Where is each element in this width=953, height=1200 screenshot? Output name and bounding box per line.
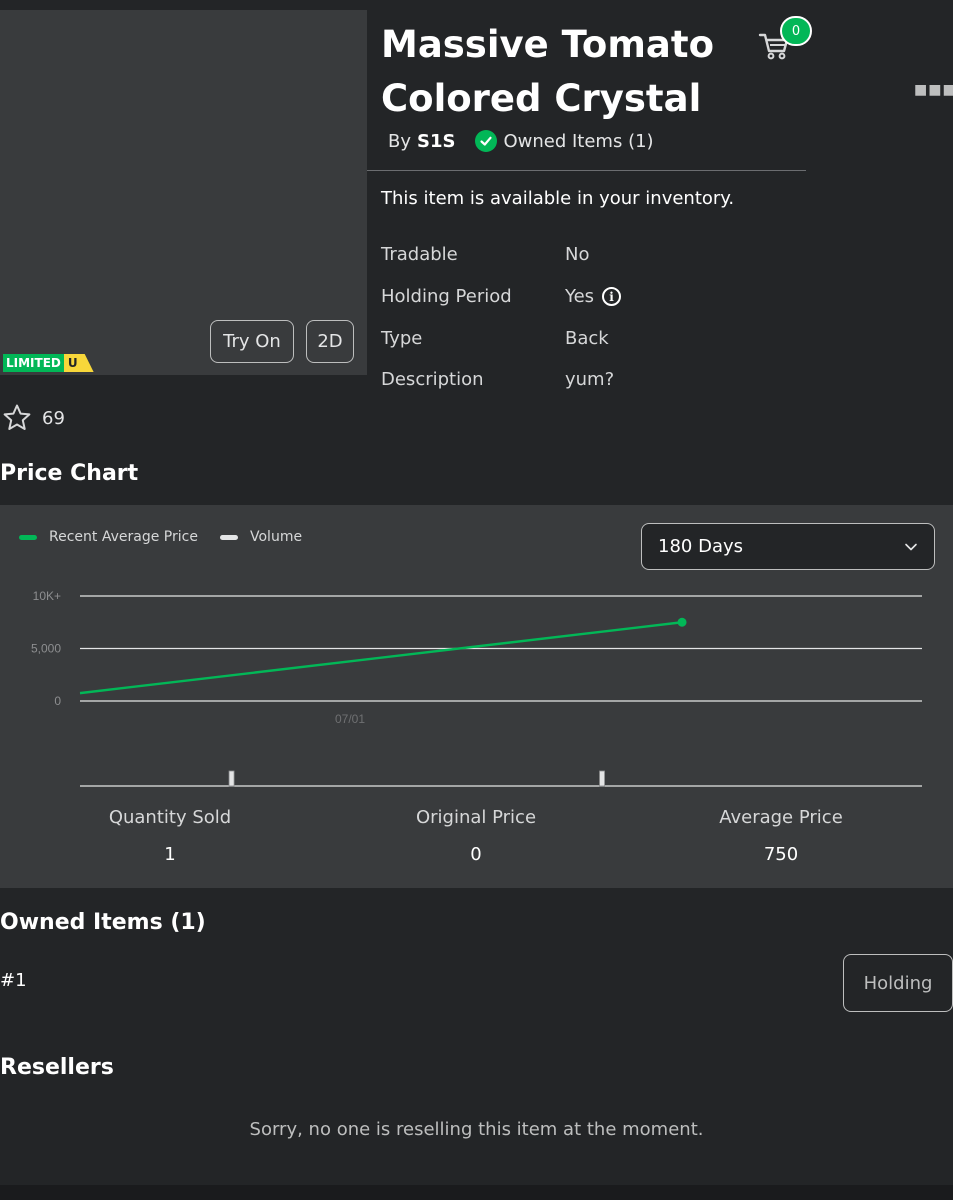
item-title-line-2: Colored Crystal bbox=[381, 77, 702, 120]
more-options-icon[interactable]: ■■■ bbox=[914, 82, 953, 98]
stat-quantity-sold-value: 1 bbox=[164, 844, 176, 865]
price-chart: 0 5,000 10K+ 07/01 bbox=[31, 589, 922, 787]
no-resellers-message: Sorry, no one is reselling this item at … bbox=[249, 1119, 704, 1140]
resellers-title: Resellers bbox=[0, 1055, 114, 1080]
owned-items-link[interactable]: Owned Items (1) bbox=[503, 131, 653, 152]
stat-original-price-value: 0 bbox=[470, 844, 482, 865]
stat-quantity-sold: Quantity Sold 1 bbox=[20, 807, 320, 865]
price-series-line bbox=[79, 621, 683, 695]
stat-original-price: Original Price 0 bbox=[326, 807, 626, 865]
try-on-button[interactable]: Try On bbox=[210, 320, 294, 363]
title-divider bbox=[367, 170, 806, 171]
creator-link[interactable]: S1S bbox=[417, 131, 455, 152]
price-chart-panel: Recent Average Price Volume 180 Days 0 5,… bbox=[0, 505, 953, 888]
x-tick-label: 07/01 bbox=[335, 712, 365, 726]
stat-quantity-sold-label: Quantity Sold bbox=[108, 807, 232, 828]
owned-items-title: Owned Items (1) bbox=[0, 910, 206, 935]
detail-label-holding-period: Holding Period bbox=[381, 286, 512, 307]
limited-u-label: U bbox=[63, 354, 94, 372]
detail-value-description: yum? bbox=[565, 369, 614, 390]
detail-label-type: Type bbox=[381, 328, 423, 349]
item-title: Massive Tomato Colored Crystal bbox=[381, 18, 741, 126]
info-icon[interactable]: i bbox=[602, 287, 622, 306]
checkmark-icon bbox=[475, 130, 498, 152]
volume-bar bbox=[228, 770, 235, 787]
cart-count-badge: 0 bbox=[780, 16, 812, 46]
y-tick-label: 10K+ bbox=[33, 589, 61, 603]
holding-button[interactable]: Holding bbox=[843, 954, 953, 1012]
favorite-count: 69 bbox=[42, 407, 65, 429]
description-value: yum? bbox=[565, 369, 615, 390]
detail-label-tradable: Tradable bbox=[381, 244, 458, 265]
type-value: Back bbox=[565, 328, 609, 349]
star-icon[interactable] bbox=[2, 403, 32, 433]
view-2d-button[interactable]: 2D bbox=[306, 320, 354, 363]
stat-average-price: Average Price 750 bbox=[631, 807, 931, 865]
creator-row: By S1S Owned Items (1) bbox=[388, 130, 654, 152]
stat-original-price-label: Original Price bbox=[415, 807, 537, 828]
tradable-value: No bbox=[565, 244, 590, 265]
stat-average-price-label: Average Price bbox=[719, 807, 843, 828]
price-chart-title: Price Chart bbox=[0, 461, 139, 486]
item-title-line-1: Massive Tomato bbox=[381, 23, 714, 66]
detail-label-description: Description bbox=[381, 369, 484, 390]
detail-value-tradable: No bbox=[565, 244, 589, 265]
availability-text: This item is available in your inventory… bbox=[381, 188, 735, 209]
price-point bbox=[677, 617, 687, 627]
detail-value-type: Back bbox=[565, 328, 609, 349]
holding-period-value: Yes bbox=[565, 286, 595, 307]
item-thumbnail: Try On 2D LIMITED U bbox=[0, 10, 367, 375]
by-label: By bbox=[388, 130, 412, 152]
volume-bar bbox=[599, 770, 605, 787]
limited-unique-badge: LIMITED U bbox=[3, 354, 94, 372]
favorite-row: 69 bbox=[2, 403, 65, 433]
stat-average-price-value: 750 bbox=[763, 844, 799, 865]
y-tick-label: 5,000 bbox=[31, 642, 61, 656]
y-tick-label: 0 bbox=[54, 694, 61, 708]
owned-serial: #1 bbox=[0, 970, 27, 991]
bottom-bar bbox=[0, 1185, 953, 1200]
detail-value-holding-period: Yes i bbox=[565, 286, 622, 307]
limited-label: LIMITED bbox=[3, 354, 64, 372]
